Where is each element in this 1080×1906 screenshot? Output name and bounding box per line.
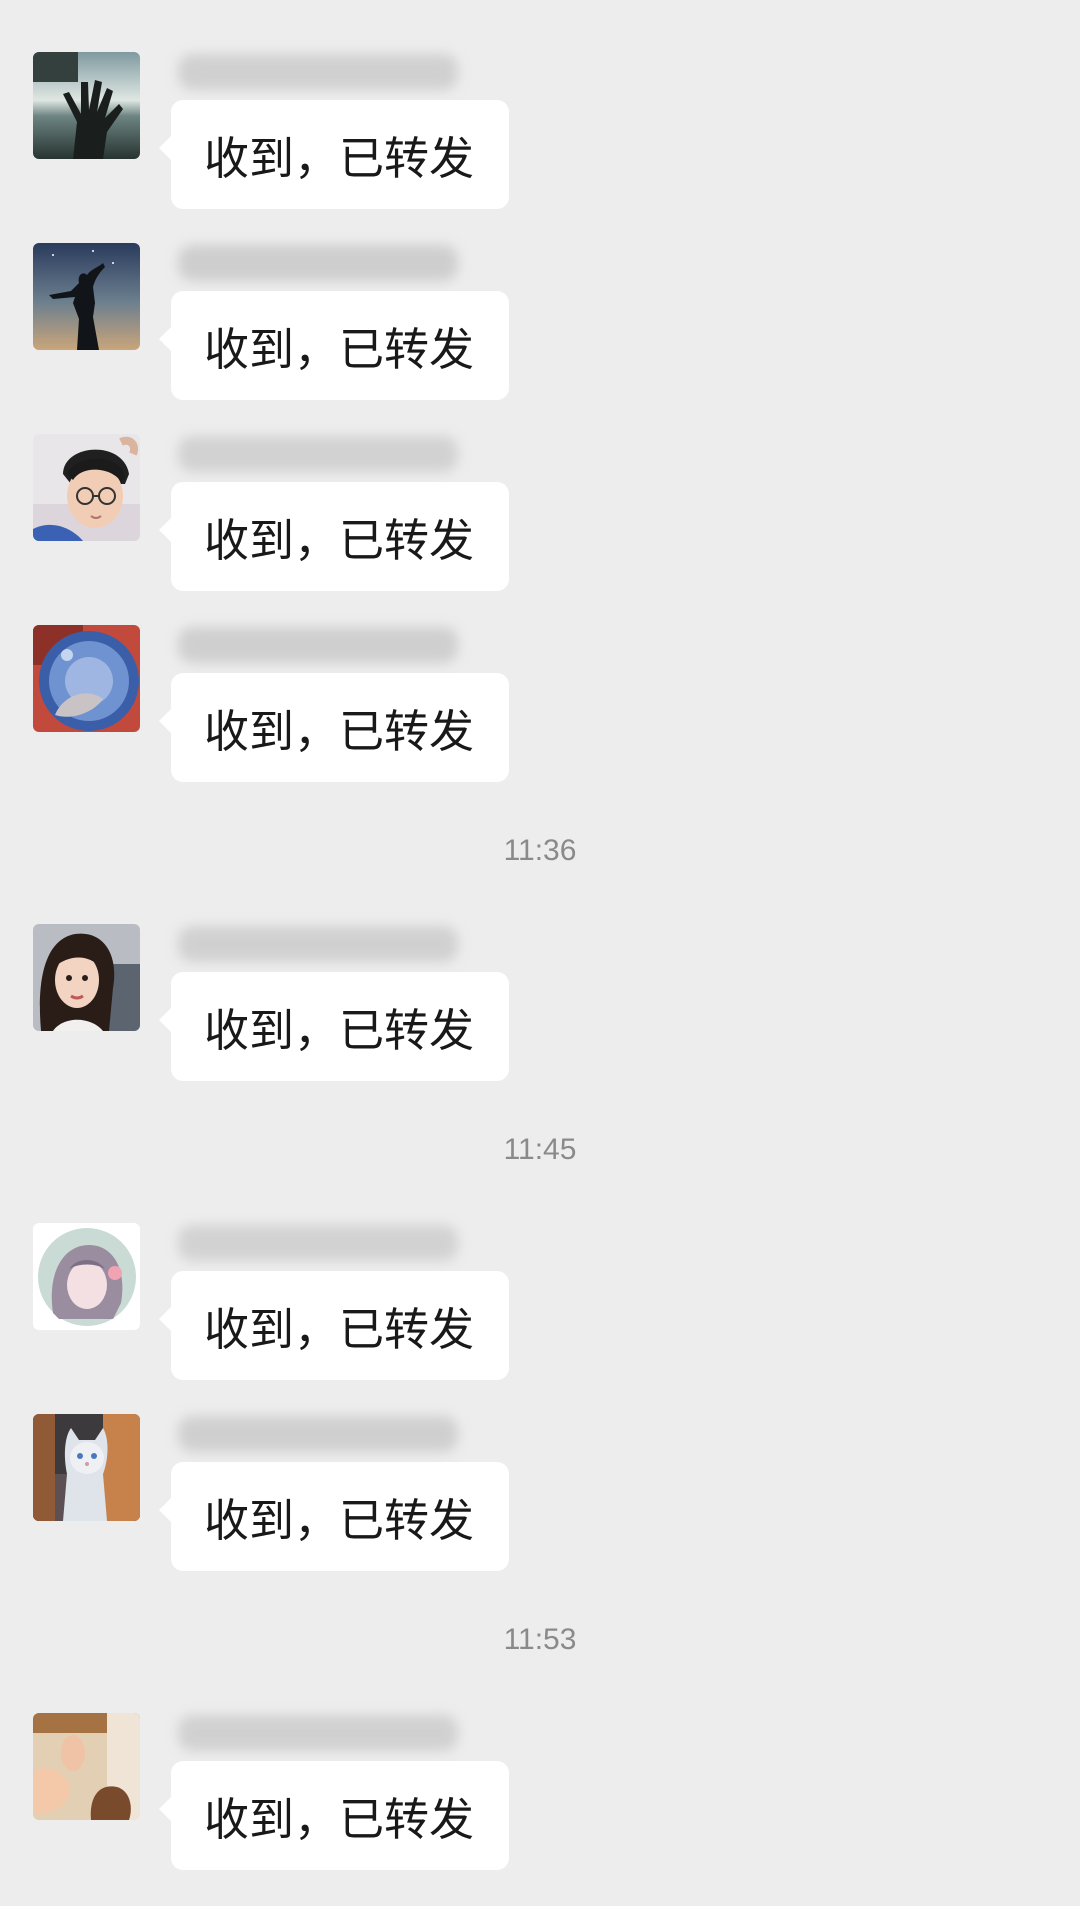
timestamp: 11:36 [503, 834, 577, 867]
sender-name-blurred [178, 1715, 458, 1751]
sender-name-blurred [178, 926, 458, 962]
message-row: 收到，已转发 [0, 1414, 1080, 1574]
message-bubble[interactable]: 收到，已转发 [159, 291, 509, 400]
message-text: 收到，已转发 [204, 132, 475, 185]
blue-globe-avatar[interactable] [33, 625, 140, 732]
message-text: 收到，已转发 [204, 705, 475, 758]
message-bubble[interactable]: 收到，已转发 [159, 1462, 509, 1571]
sender-name-blurred [178, 1416, 458, 1452]
message-bubble[interactable]: 收到，已转发 [159, 482, 509, 591]
message-bubble[interactable]: 收到，已转发 [159, 100, 509, 209]
message-bubble[interactable]: 收到，已转发 [159, 972, 509, 1081]
dancing-silhouette-avatar[interactable] [33, 243, 140, 350]
woman-portrait-avatar[interactable] [33, 924, 140, 1031]
baby-feet-avatar[interactable] [33, 1713, 140, 1820]
sender-name-blurred [178, 436, 458, 472]
message-row: 收到，已转发 [0, 625, 1080, 785]
timestamp: 11:53 [503, 1623, 577, 1656]
message-text: 收到，已转发 [204, 1793, 475, 1846]
anime-girl-circle-avatar[interactable] [33, 1223, 140, 1330]
message-row: 收到，已转发 [0, 1223, 1080, 1383]
message-row: 收到，已转发 [0, 434, 1080, 594]
message-bubble[interactable]: 收到，已转发 [159, 673, 509, 782]
message-text: 收到，已转发 [204, 323, 475, 376]
sender-name-blurred [178, 1225, 458, 1261]
sender-name-blurred [178, 627, 458, 663]
sender-name-blurred [178, 245, 458, 281]
message-text: 收到，已转发 [204, 1303, 475, 1356]
message-row: 收到，已转发 [0, 924, 1080, 1084]
message-text: 收到，已转发 [204, 514, 475, 567]
message-row: 收到，已转发 [0, 1713, 1080, 1873]
ragdoll-cat-avatar[interactable] [33, 1414, 140, 1521]
message-row: 收到，已转发 [0, 243, 1080, 403]
hand-silhouette-avatar[interactable] [33, 52, 140, 159]
message-text: 收到，已转发 [204, 1494, 475, 1547]
timestamp: 11:45 [503, 1133, 577, 1166]
man-with-glasses-avatar[interactable] [33, 434, 140, 541]
message-bubble[interactable]: 收到，已转发 [159, 1761, 509, 1870]
message-text: 收到，已转发 [204, 1004, 475, 1057]
message-bubble[interactable]: 收到，已转发 [159, 1271, 509, 1380]
chat-message-list[interactable]: 收到，已转发 收到，已转发 收到，已转发 收到，已转发 11:36 收到，已转发… [0, 0, 1080, 1906]
sender-name-blurred [178, 54, 458, 90]
message-row: 收到，已转发 [0, 52, 1080, 212]
